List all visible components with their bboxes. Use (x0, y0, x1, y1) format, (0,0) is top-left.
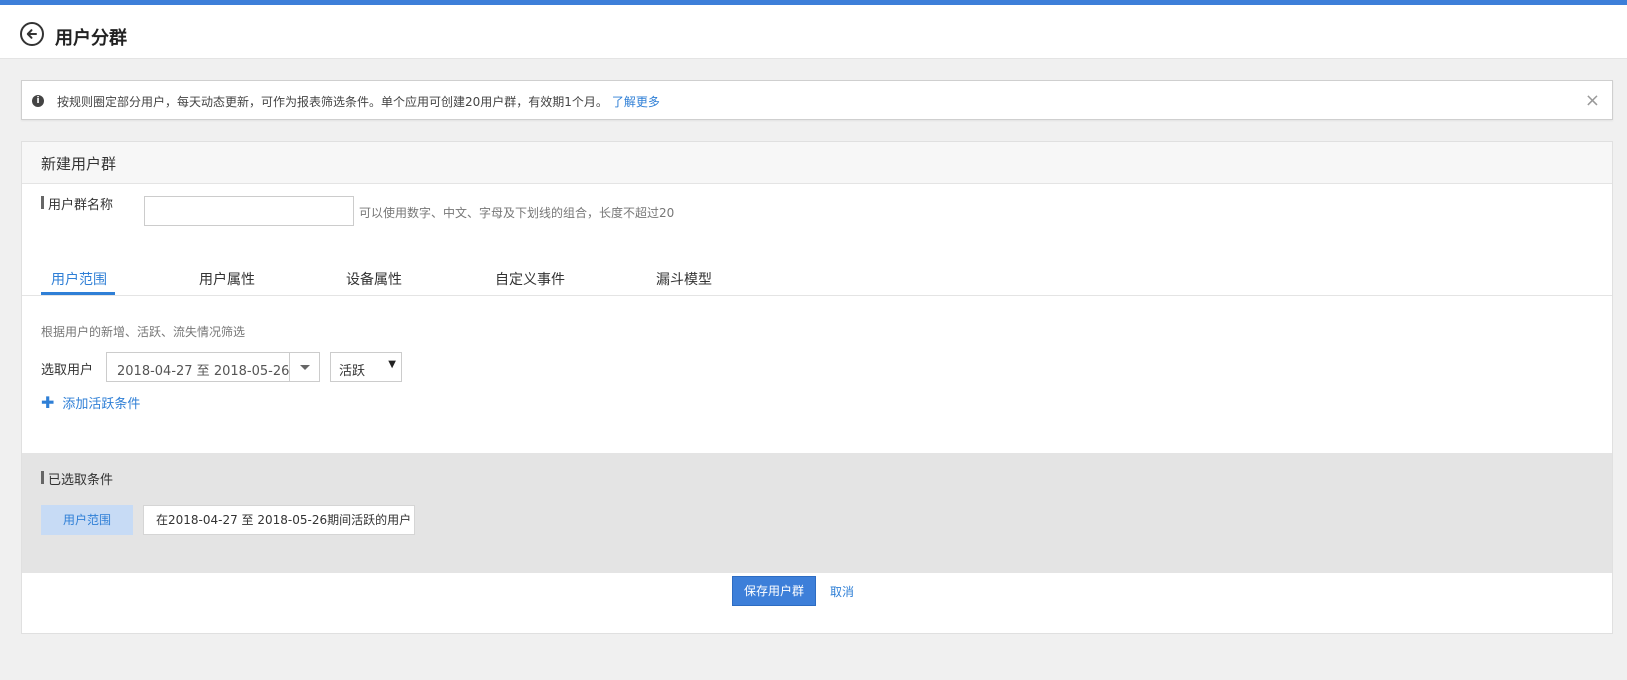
info-icon: i (32, 95, 44, 107)
tab-user-scope[interactable]: 用户范围 (51, 269, 107, 289)
filter-tabs: 用户范围 用户属性 设备属性 自定义事件 漏斗模型 (22, 262, 1612, 296)
user-status-value: 活跃 (339, 364, 366, 379)
chevron-down-icon[interactable] (289, 353, 319, 381)
info-notice: i 按规则圈定部分用户，每天动态更新，可作为报表筛选条件。单个应用可创建20用户… (21, 80, 1613, 120)
tab-device-attributes[interactable]: 设备属性 (346, 269, 402, 289)
caret-down-icon: ▼ (388, 359, 396, 370)
active-tab-indicator (41, 292, 115, 295)
back-button[interactable] (20, 22, 44, 46)
cancel-link[interactable]: 取消 (830, 583, 854, 600)
condition-value: 在2018-04-27 至 2018-05-26期间活跃的用户 (143, 505, 415, 535)
plus-icon: ✚ (41, 393, 55, 412)
date-range-picker[interactable]: 2018-04-27 至 2018-05-26 (106, 352, 320, 382)
notice-text: 按规则圈定部分用户，每天动态更新，可作为报表筛选条件。单个应用可创建20用户群，… (57, 93, 660, 110)
close-icon[interactable]: × (1585, 90, 1600, 111)
panel-header: 新建用户群 (22, 142, 1612, 184)
user-status-select[interactable]: 活跃 ▼ (330, 352, 402, 382)
learn-more-link[interactable]: 了解更多 (612, 95, 660, 109)
arrow-left-icon (26, 29, 37, 39)
tab-user-attributes[interactable]: 用户属性 (199, 269, 255, 289)
save-group-button[interactable]: 保存用户群 (732, 576, 816, 606)
scope-description: 根据用户的新增、活跃、流失情况筛选 (41, 325, 246, 339)
group-name-label: 用户群名称 (41, 194, 113, 213)
page-title: 用户分群 (55, 28, 127, 49)
new-group-panel: 新建用户群 用户群名称 可以使用数字、中文、字母及下划线的组合，长度不超过20 … (21, 141, 1613, 634)
add-condition-label: 添加活跃条件 (62, 397, 141, 412)
condition-tag: 用户范围 (41, 505, 133, 535)
page-header: 用户分群 (0, 5, 1627, 59)
tab-funnel-model[interactable]: 漏斗模型 (656, 269, 712, 289)
tab-custom-events[interactable]: 自定义事件 (495, 269, 565, 289)
group-name-hint: 可以使用数字、中文、字母及下划线的组合，长度不超过20 (359, 206, 675, 220)
date-range-value: 2018-04-27 至 2018-05-26 (117, 364, 290, 379)
selected-conditions-title: 已选取条件 (41, 469, 113, 488)
group-name-input[interactable] (144, 196, 354, 226)
selected-conditions-area: 已选取条件 用户范围 在2018-04-27 至 2018-05-26期间活跃的… (22, 453, 1612, 573)
panel-title: 新建用户群 (41, 155, 117, 173)
select-users-label: 选取用户 (41, 363, 94, 378)
add-active-condition-button[interactable]: ✚ 添加活跃条件 (41, 393, 140, 412)
notice-message: 按规则圈定部分用户，每天动态更新，可作为报表筛选条件。单个应用可创建20用户群，… (57, 95, 608, 109)
